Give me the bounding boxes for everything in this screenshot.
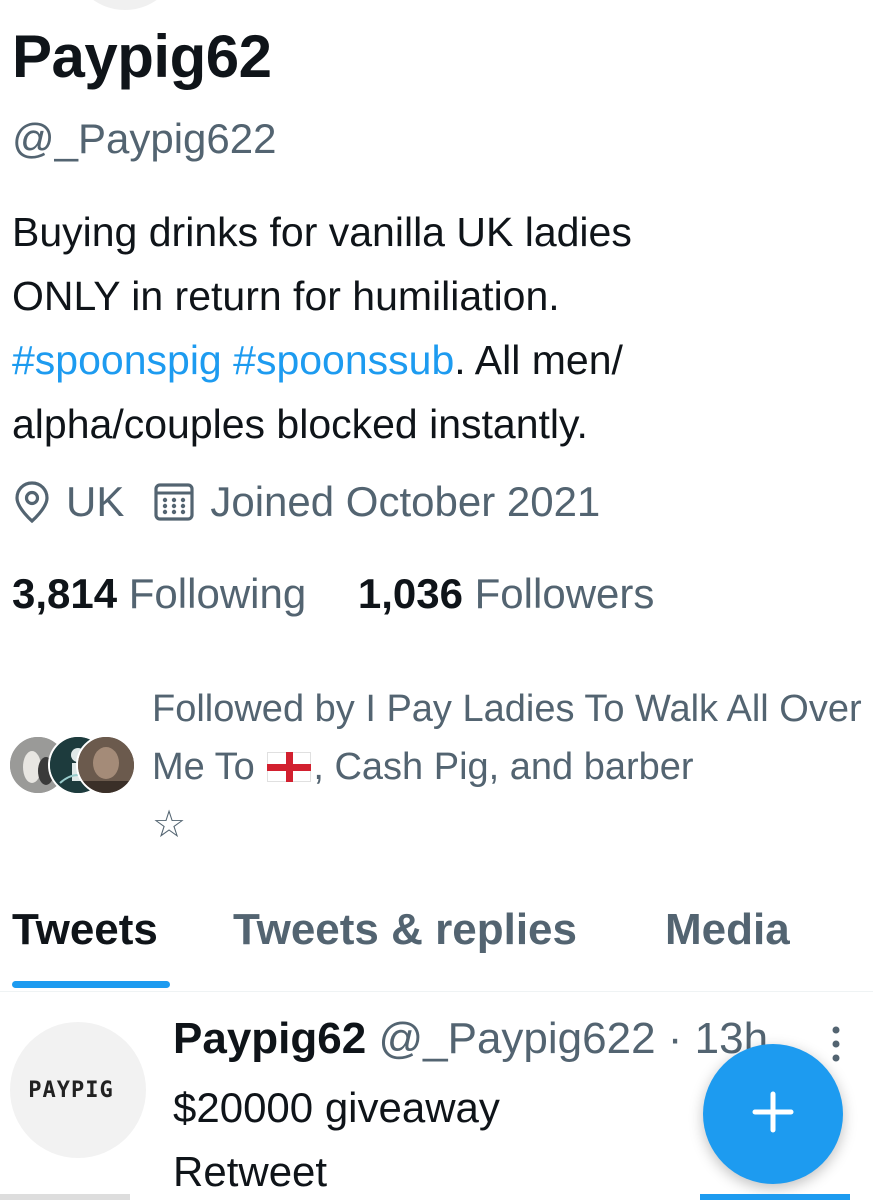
plus-icon — [749, 1088, 797, 1141]
following-count: 3,814 — [12, 570, 118, 617]
tab-tweets-replies[interactable]: Tweets & replies — [233, 905, 577, 955]
following-label: Following — [128, 570, 307, 617]
tweet-line: Retweet — [173, 1148, 328, 1195]
bio-line: Buying drinks for vanilla UK ladies — [12, 209, 632, 255]
tweet-author-name[interactable]: Paypig62 — [173, 1014, 366, 1063]
calendar-icon — [152, 480, 196, 524]
followed-by-suffix: , Cash Pig, and barber — [313, 746, 694, 788]
profile-stats: 3,814 Following 1,036 Followers — [12, 570, 694, 618]
profile-meta: UK Joined October 2021 — [12, 478, 628, 526]
profile-tabs: Tweets Tweets & replies Media — [0, 895, 873, 992]
bio-line: alpha/couples blocked instantly. — [12, 401, 588, 447]
tab-tweets[interactable]: Tweets — [12, 905, 158, 955]
bio-line: ONLY in return for humiliation. — [12, 273, 560, 319]
location-text: UK — [66, 478, 125, 525]
england-flag-icon — [267, 752, 312, 782]
profile-bio: Buying drinks for vanilla UK ladies ONLY… — [12, 200, 862, 456]
followers-label: Followers — [474, 570, 655, 617]
followers-link[interactable]: 1,036 Followers — [358, 570, 655, 617]
following-link[interactable]: 3,814 Following — [12, 570, 306, 617]
more-vertical-icon[interactable] — [826, 1022, 846, 1066]
profile-handle: @_Paypig622 — [12, 115, 277, 162]
followed-by-text: Followed by I Pay Ladies To Walk All Ove… — [152, 680, 868, 854]
profile-page: Paypig62 @_Paypig622 Buying drinks for v… — [0, 0, 873, 1200]
avatar-shirt-text: PAYPIG — [28, 1077, 114, 1103]
tweet-header: Paypig62 @_Paypig622 · 13h — [173, 1014, 813, 1064]
follower-avatar — [76, 735, 136, 795]
location-pin-icon — [12, 480, 52, 524]
profile-avatar[interactable] — [70, 0, 180, 10]
tweet-avatar[interactable]: PAYPIG — [10, 1022, 146, 1158]
active-tab-indicator — [12, 981, 170, 988]
tab-media[interactable]: Media — [665, 905, 790, 955]
joined-text: Joined October 2021 — [210, 478, 601, 525]
bio-line: #spoonspig #spoonssub. All men/ — [12, 328, 862, 392]
joined-item: Joined October 2021 — [152, 478, 600, 526]
followed-by-section[interactable]: Followed by I Pay Ladies To Walk All Ove… — [8, 680, 868, 860]
tweet-text: $20000 giveaway Retweet — [173, 1076, 500, 1200]
followed-by-last: ☆ — [152, 804, 187, 846]
profile-display-name: Paypig62 — [12, 23, 272, 90]
tweet-line: $20000 giveaway — [173, 1084, 500, 1131]
bio-text: . All men/ — [454, 337, 623, 383]
tweet-author-handle: @_Paypig622 — [378, 1014, 656, 1063]
compose-tweet-button[interactable] — [703, 1044, 843, 1184]
location-item: UK — [12, 478, 124, 526]
hashtag-link[interactable]: #spoonspig — [12, 337, 222, 383]
follower-avatars — [8, 735, 138, 799]
next-tweet-edge — [0, 1194, 873, 1200]
hashtag-link[interactable]: #spoonssub — [233, 337, 454, 383]
followers-count: 1,036 — [357, 570, 463, 617]
